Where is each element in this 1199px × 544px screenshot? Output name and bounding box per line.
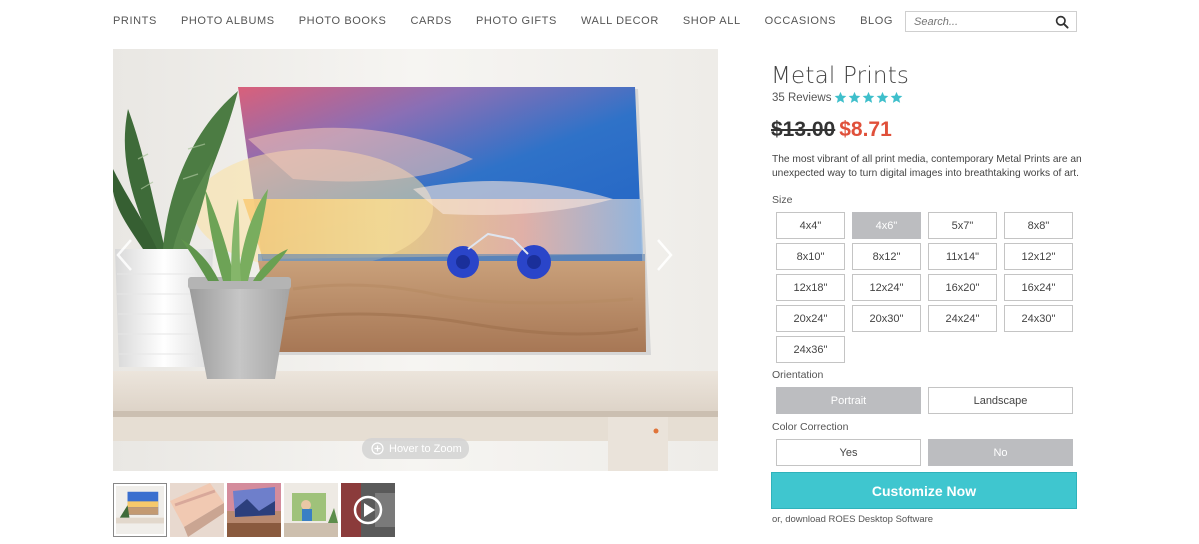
nav-item-wall-decor[interactable]: WALL DECOR: [581, 15, 659, 27]
size-option-12x12[interactable]: 12x12": [1004, 243, 1073, 270]
size-option-11x14[interactable]: 11x14": [928, 243, 997, 270]
size-option-16x24[interactable]: 16x24": [1004, 274, 1073, 301]
nav-item-photo-books[interactable]: PHOTO BOOKS: [299, 15, 387, 27]
nav-item-cards[interactable]: CARDS: [410, 15, 452, 27]
thumbnail-metal-print-angle[interactable]: [170, 483, 224, 537]
product-description: The most vibrant of all print media, con…: [772, 154, 1082, 179]
nav-item-photo-gifts[interactable]: PHOTO GIFTS: [476, 15, 557, 27]
size-options: 4x4" 4x6" 5x7" 8x8" 8x10" 8x12" 11x14" 1…: [776, 212, 1073, 363]
color-correction-yes-button[interactable]: Yes: [776, 439, 921, 466]
thumbnail-product-video[interactable]: [341, 483, 395, 537]
orientation-options: Portrait Landscape: [776, 387, 1073, 414]
nav-item-shop-all[interactable]: SHOP ALL: [683, 15, 741, 27]
roes-download-link[interactable]: or, download ROES Desktop Software: [772, 514, 933, 525]
thumbnail-metal-print-family[interactable]: [284, 483, 338, 537]
previous-image-arrow-icon[interactable]: [113, 236, 137, 274]
nav-item-occasions[interactable]: OCCASIONS: [765, 15, 836, 27]
size-option-4x6[interactable]: 4x6": [852, 212, 921, 239]
nav-item-photo-albums[interactable]: PHOTO ALBUMS: [181, 15, 275, 27]
orientation-portrait-button[interactable]: Portrait: [776, 387, 921, 414]
sale-price: $8.71: [839, 118, 892, 141]
thumbnail-metal-print-mountains[interactable]: [227, 483, 281, 537]
size-label: Size: [772, 194, 793, 206]
next-image-arrow-icon[interactable]: [652, 236, 676, 274]
reviews-count[interactable]: 35 Reviews: [772, 92, 831, 104]
star-icon: [849, 91, 861, 103]
size-option-8x12[interactable]: 8x12": [852, 243, 921, 270]
zoom-plus-icon: [371, 442, 384, 455]
star-icon: [863, 91, 875, 103]
product-main-image[interactable]: [113, 49, 718, 471]
nav-item-prints[interactable]: PRINTS: [113, 15, 157, 27]
product-reviews[interactable]: 35 Reviews: [772, 91, 904, 104]
size-option-24x36[interactable]: 24x36": [776, 336, 845, 363]
star-icon: [877, 91, 889, 103]
star-icon: [891, 91, 903, 103]
star-rating: [834, 91, 904, 104]
original-price: $13.00: [771, 118, 836, 141]
search-box: [905, 11, 1077, 32]
color-correction-no-button[interactable]: No: [928, 439, 1073, 466]
hover-to-zoom-hint: Hover to Zoom: [362, 438, 469, 459]
product-title: Metal Prints: [771, 63, 910, 89]
zoom-hint-text: Hover to Zoom: [389, 442, 462, 455]
nav-menu: PRINTS PHOTO ALBUMS PHOTO BOOKS CARDS PH…: [113, 15, 917, 27]
size-option-24x24[interactable]: 24x24": [928, 305, 997, 332]
size-option-5x7[interactable]: 5x7": [928, 212, 997, 239]
size-option-24x30[interactable]: 24x30": [1004, 305, 1073, 332]
top-navigation: PRINTS PHOTO ALBUMS PHOTO BOOKS CARDS PH…: [0, 0, 1199, 44]
thumbnail-strip: [113, 483, 398, 537]
color-correction-options: Yes No: [776, 439, 1073, 466]
size-option-16x20[interactable]: 16x20": [928, 274, 997, 301]
size-option-20x24[interactable]: 20x24": [776, 305, 845, 332]
size-option-12x18[interactable]: 12x18": [776, 274, 845, 301]
size-option-4x4[interactable]: 4x4": [776, 212, 845, 239]
star-icon: [835, 91, 847, 103]
nav-item-blog[interactable]: BLOG: [860, 15, 893, 27]
search-input[interactable]: [906, 12, 1046, 32]
color-correction-label: Color Correction: [772, 421, 849, 433]
size-option-8x10[interactable]: 8x10": [776, 243, 845, 270]
orientation-label: Orientation: [772, 369, 824, 381]
size-option-20x30[interactable]: 20x30": [852, 305, 921, 332]
size-option-8x8[interactable]: 8x8": [1004, 212, 1073, 239]
size-option-12x24[interactable]: 12x24": [852, 274, 921, 301]
thumbnail-metal-print-on-table[interactable]: [113, 483, 167, 537]
customize-now-button[interactable]: Customize Now: [771, 472, 1077, 509]
product-price: $13.00 $8.71: [771, 118, 892, 142]
orientation-landscape-button[interactable]: Landscape: [928, 387, 1073, 414]
search-icon[interactable]: [1055, 15, 1069, 29]
